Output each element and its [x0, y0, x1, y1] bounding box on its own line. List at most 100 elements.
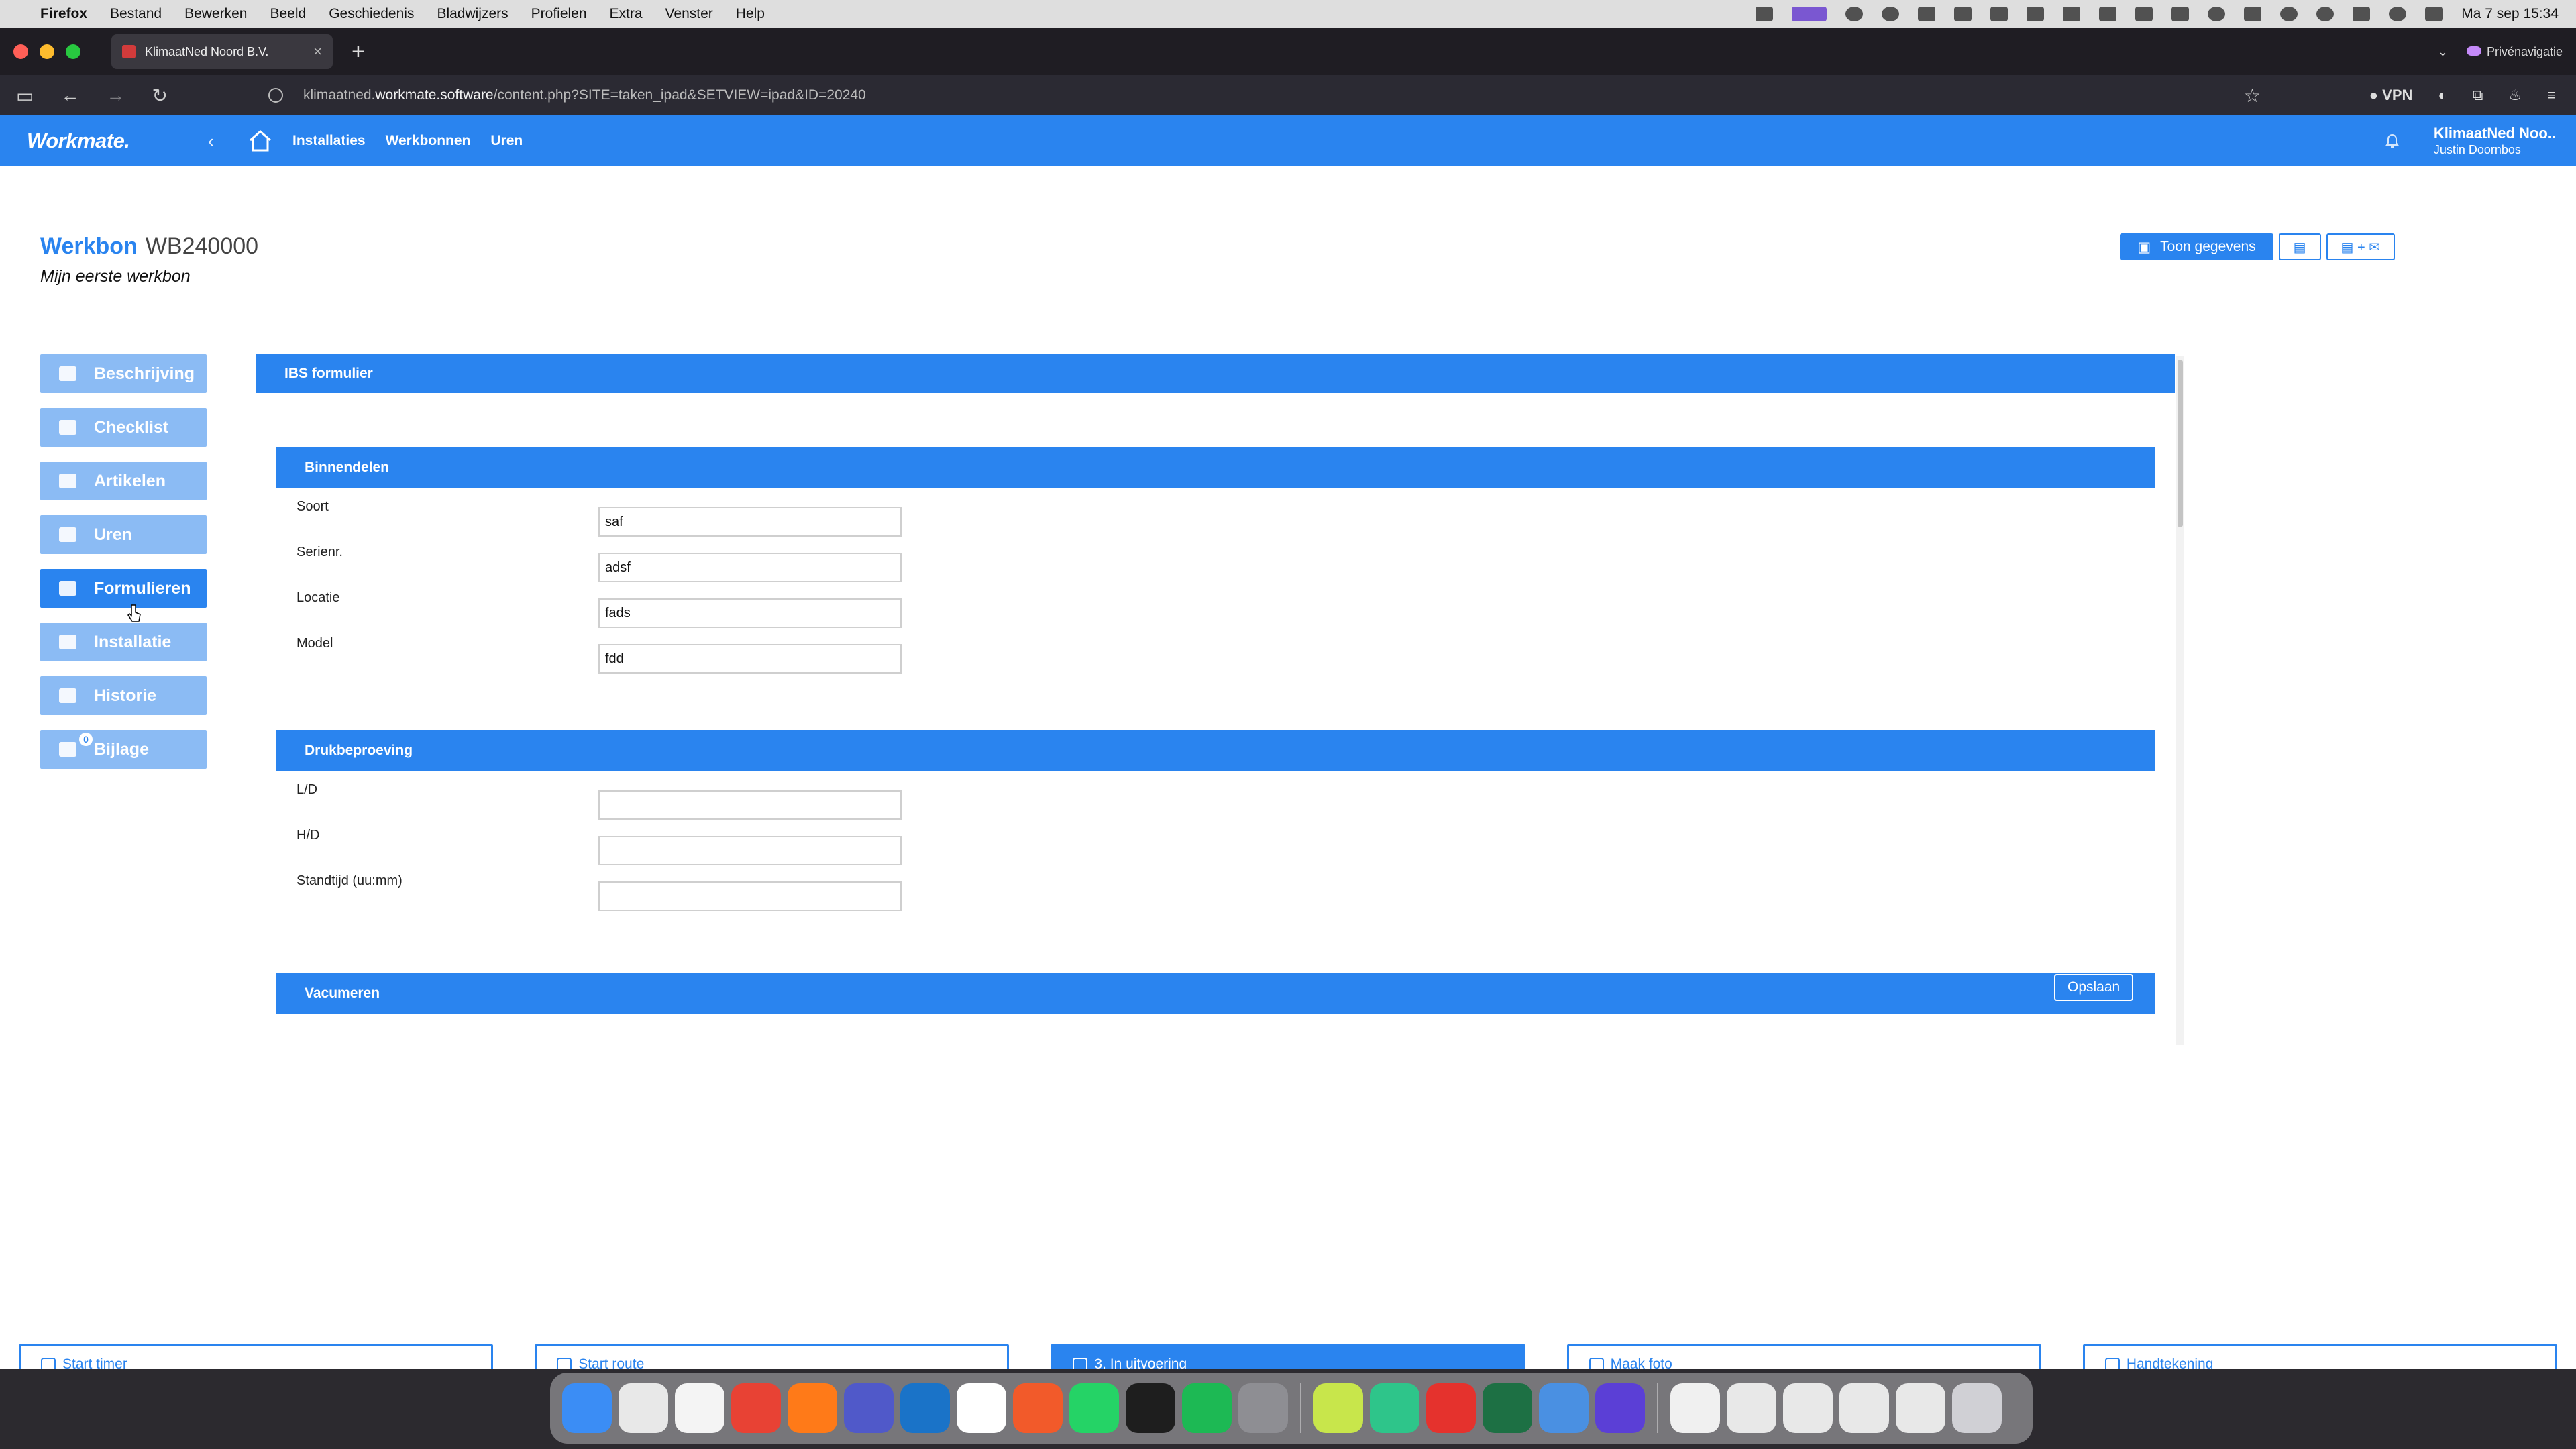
app-icon[interactable]: [1539, 1383, 1589, 1433]
pdf-app-icon[interactable]: [1426, 1383, 1476, 1433]
claude-icon[interactable]: [1013, 1383, 1063, 1433]
app-icon[interactable]: [1370, 1383, 1419, 1433]
locatie-input[interactable]: fads: [598, 598, 902, 628]
menu-item[interactable]: Bestand: [110, 6, 162, 22]
menu-item[interactable]: Help: [736, 6, 765, 22]
clock[interactable]: Ma 7 sep 15:34: [2461, 6, 2559, 22]
forward-icon[interactable]: →: [106, 85, 125, 107]
status-icon[interactable]: [2171, 7, 2190, 21]
side-item-bijlage[interactable]: 0 Bijlage: [40, 730, 207, 769]
bookmark-star-icon[interactable]: ☆: [2244, 85, 2261, 107]
extensions-icon[interactable]: ⧉: [2473, 87, 2483, 104]
search-icon[interactable]: [2389, 7, 2407, 21]
nav-uren[interactable]: Uren: [490, 133, 523, 149]
control-center-icon[interactable]: [2425, 7, 2443, 21]
document-thumbnail[interactable]: [1670, 1383, 1720, 1433]
menu-app-name[interactable]: Firefox: [40, 6, 87, 22]
menu-item[interactable]: Beeld: [270, 6, 306, 22]
flame-icon[interactable]: ♨: [2508, 87, 2522, 104]
app-icon[interactable]: [1313, 1383, 1363, 1433]
zoom-window-button[interactable]: [66, 44, 80, 59]
cloud-icon[interactable]: [1918, 7, 1936, 21]
pdf-button[interactable]: ▤: [2278, 233, 2321, 260]
status-button[interactable]: 3. In uitvoering: [1051, 1344, 1525, 1368]
voice-memos-icon[interactable]: [1126, 1383, 1175, 1433]
status-icon[interactable]: [1792, 7, 1827, 21]
status-icon[interactable]: [2208, 7, 2226, 21]
notion-icon[interactable]: [957, 1383, 1006, 1433]
sidebar-toggle-icon[interactable]: ▭: [16, 85, 34, 107]
model-input[interactable]: fdd: [598, 644, 902, 674]
dropbox-icon[interactable]: [2135, 7, 2153, 21]
hd-input[interactable]: [598, 836, 902, 865]
display-icon[interactable]: [2244, 7, 2262, 21]
menu-item[interactable]: Bladwijzers: [437, 6, 508, 22]
status-icon[interactable]: [1756, 7, 1774, 21]
tab-list-icon[interactable]: ⌄: [2438, 45, 2448, 59]
menu-icon[interactable]: ≡: [2547, 87, 2556, 104]
finder-icon[interactable]: [562, 1383, 612, 1433]
nav-installaties[interactable]: Installaties: [292, 133, 366, 149]
soort-input[interactable]: saf: [598, 507, 902, 537]
document-thumbnail[interactable]: [1783, 1383, 1833, 1433]
notion-icon[interactable]: [2099, 7, 2117, 21]
side-item-checklist[interactable]: Checklist: [40, 408, 207, 447]
document-thumbnail[interactable]: [1896, 1383, 1945, 1433]
url-bar[interactable]: klimaatned. workmate.software/content.php…: [268, 82, 2261, 109]
standtijd-input[interactable]: [598, 881, 902, 911]
document-thumbnail[interactable]: [1727, 1383, 1776, 1433]
cloud-icon[interactable]: [1954, 7, 1972, 21]
vpn-button[interactable]: ● VPN: [2369, 87, 2413, 104]
excel-icon[interactable]: [1483, 1383, 1532, 1433]
side-item-historie[interactable]: Historie: [40, 676, 207, 715]
account-icon[interactable]: ◐: [2438, 87, 2447, 104]
minimize-window-button[interactable]: [40, 44, 54, 59]
menu-item[interactable]: Geschiedenis: [329, 6, 414, 22]
menu-item[interactable]: Profielen: [531, 6, 587, 22]
ld-input[interactable]: [598, 790, 902, 820]
reminders-icon[interactable]: [675, 1383, 724, 1433]
battery-icon[interactable]: [2353, 7, 2371, 21]
side-item-beschrijving[interactable]: Beschrijving: [40, 354, 207, 393]
document-thumbnail[interactable]: [1839, 1383, 1889, 1433]
side-item-uren[interactable]: Uren: [40, 515, 207, 554]
form-scrollbar-thumb[interactable]: [2178, 360, 2183, 527]
pdf-mail-button[interactable]: ▤ + ✉: [2326, 233, 2395, 260]
spotify-icon[interactable]: [1182, 1383, 1232, 1433]
home-icon[interactable]: [248, 129, 272, 152]
trash-icon[interactable]: [1952, 1383, 2002, 1433]
signature-button[interactable]: Handtekening: [2082, 1344, 2558, 1368]
chrome-icon[interactable]: [731, 1383, 781, 1433]
chevron-left-icon[interactable]: ‹: [208, 131, 248, 152]
side-item-artikelen[interactable]: Artikelen: [40, 462, 207, 500]
status-icon[interactable]: [1990, 7, 2008, 21]
outlook-icon[interactable]: [900, 1383, 950, 1433]
close-window-button[interactable]: [13, 44, 28, 59]
menu-item[interactable]: Extra: [610, 6, 643, 22]
side-item-formulieren[interactable]: Formulieren: [40, 569, 207, 608]
whatsapp-icon[interactable]: [1069, 1383, 1119, 1433]
nav-werkbonnen[interactable]: Werkbonnen: [386, 133, 471, 149]
save-button[interactable]: Opslaan: [2054, 974, 2134, 1001]
app-icon[interactable]: [1595, 1383, 1645, 1433]
bell-icon[interactable]: [2384, 132, 2400, 150]
close-tab-icon[interactable]: ×: [313, 43, 322, 60]
browser-tab[interactable]: KlimaatNed Noord B.V. ×: [111, 34, 333, 69]
reload-icon[interactable]: ↻: [152, 85, 167, 107]
side-item-installatie[interactable]: Installatie: [40, 623, 207, 661]
play-icon[interactable]: [2316, 7, 2334, 21]
user-menu[interactable]: KlimaatNed Noo.. Justin Doornbos: [2434, 125, 2556, 157]
menu-item[interactable]: Bewerken: [184, 6, 247, 22]
start-timer-button[interactable]: Start timer: [19, 1344, 494, 1368]
start-route-button[interactable]: Start route: [535, 1344, 1010, 1368]
new-tab-icon[interactable]: +: [352, 39, 365, 65]
firefox-icon[interactable]: [788, 1383, 837, 1433]
launchpad-icon[interactable]: [619, 1383, 668, 1433]
take-photo-button[interactable]: Maak foto: [1566, 1344, 2041, 1368]
show-data-button[interactable]: ▣ Toon gegevens: [2120, 233, 2273, 260]
status-icon[interactable]: [1882, 7, 1900, 21]
app-logo[interactable]: Workmate.: [27, 129, 208, 153]
status-icon[interactable]: [2027, 7, 2045, 21]
status-icon[interactable]: [2063, 7, 2081, 21]
wifi-icon[interactable]: [2280, 7, 2298, 21]
